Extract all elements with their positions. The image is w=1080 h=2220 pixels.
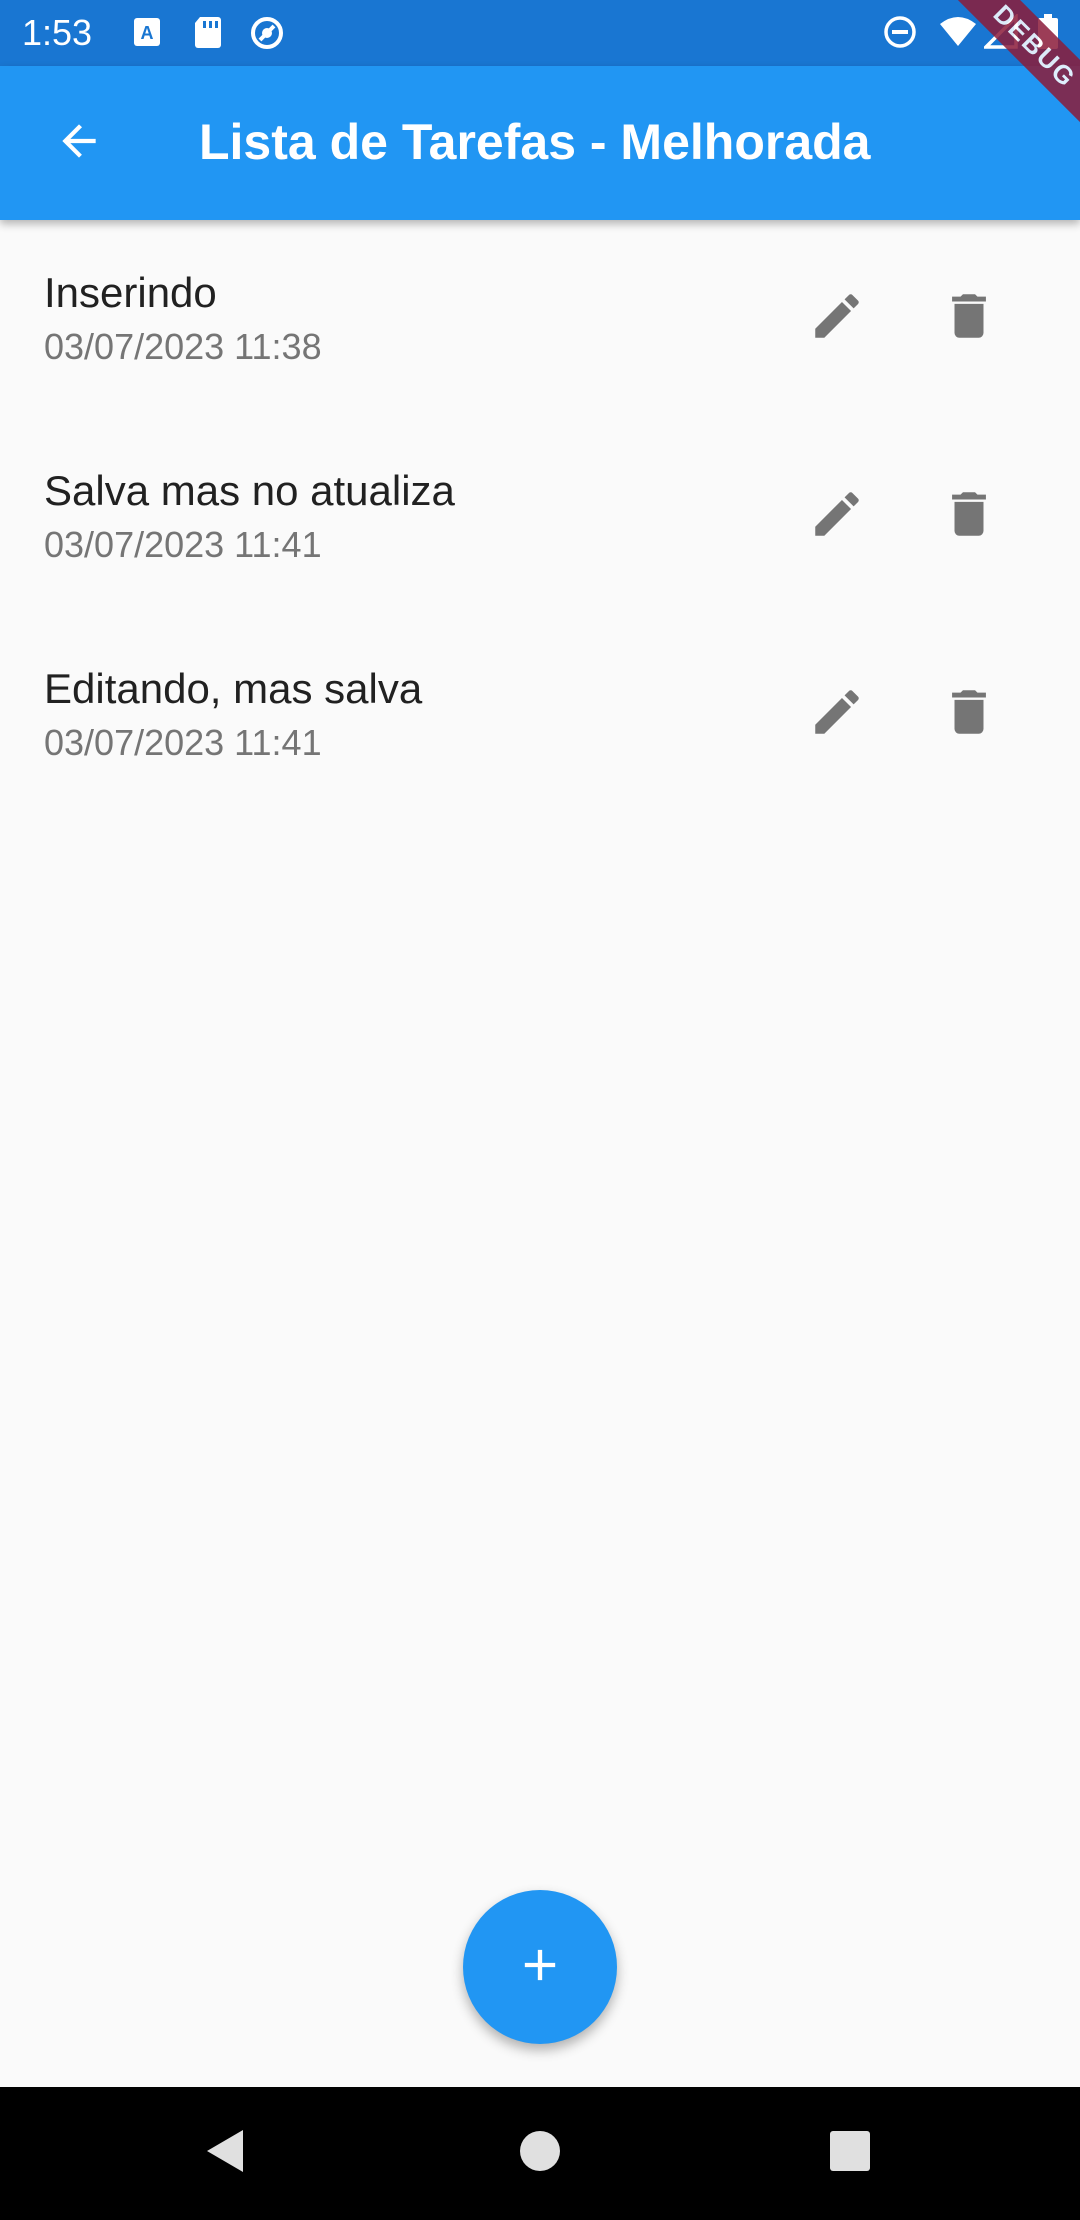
svg-text:A: A xyxy=(141,23,154,43)
delete-button[interactable] xyxy=(929,278,1009,358)
pencil-icon xyxy=(808,287,866,350)
add-task-button[interactable] xyxy=(463,1890,617,2044)
page-title: Lista de Tarefas - Melhorada xyxy=(199,114,871,170)
nav-recents-button[interactable] xyxy=(810,2113,890,2193)
trash-icon xyxy=(940,485,998,548)
nav-back-button[interactable] xyxy=(186,2113,266,2193)
list-item[interactable]: Editando, mas salva 03/07/2023 11:41 xyxy=(0,616,1080,814)
recents-square-icon xyxy=(828,2129,872,2178)
trash-icon xyxy=(940,683,998,746)
edit-button[interactable] xyxy=(797,476,877,556)
wifi-icon xyxy=(938,14,976,50)
battery-icon xyxy=(1036,14,1072,50)
task-date: 03/07/2023 11:41 xyxy=(44,722,322,763)
task-title: Inserindo xyxy=(44,269,217,316)
edit-button[interactable] xyxy=(797,674,877,754)
list-item[interactable]: Salva mas no atualiza 03/07/2023 11:41 xyxy=(0,418,1080,616)
do-not-disturb-icon xyxy=(882,14,918,50)
plus-icon xyxy=(514,1939,566,1996)
signal-icon xyxy=(981,12,1020,50)
status-time: 1:53 xyxy=(22,12,93,53)
back-triangle-icon xyxy=(201,2126,251,2181)
delete-button[interactable] xyxy=(929,476,1009,556)
sd-card-icon xyxy=(190,14,226,50)
nav-home-button[interactable] xyxy=(500,2113,580,2193)
list-item[interactable]: Inserindo 03/07/2023 11:38 xyxy=(0,220,1080,418)
task-list: Inserindo 03/07/2023 11:38 Salva mas no … xyxy=(0,220,1080,814)
task-title: Salva mas no atualiza xyxy=(44,467,455,514)
sync-circle-icon xyxy=(248,14,284,50)
app-bar: Lista de Tarefas - Melhorada xyxy=(0,66,1080,220)
arrow-back-icon xyxy=(54,116,104,171)
task-date: 03/07/2023 11:41 xyxy=(44,524,322,565)
pencil-icon xyxy=(808,683,866,746)
keyboard-a-icon: A xyxy=(130,14,166,50)
edit-button[interactable] xyxy=(797,278,877,358)
system-nav-bar xyxy=(0,2087,1080,2220)
status-bar: 1:53 A xyxy=(0,0,1080,66)
task-date: 03/07/2023 11:38 xyxy=(44,326,322,367)
pencil-icon xyxy=(808,485,866,548)
delete-button[interactable] xyxy=(929,674,1009,754)
back-button[interactable] xyxy=(40,104,118,182)
home-circle-icon xyxy=(518,2129,562,2178)
trash-icon xyxy=(940,287,998,350)
task-title: Editando, mas salva xyxy=(44,665,423,712)
